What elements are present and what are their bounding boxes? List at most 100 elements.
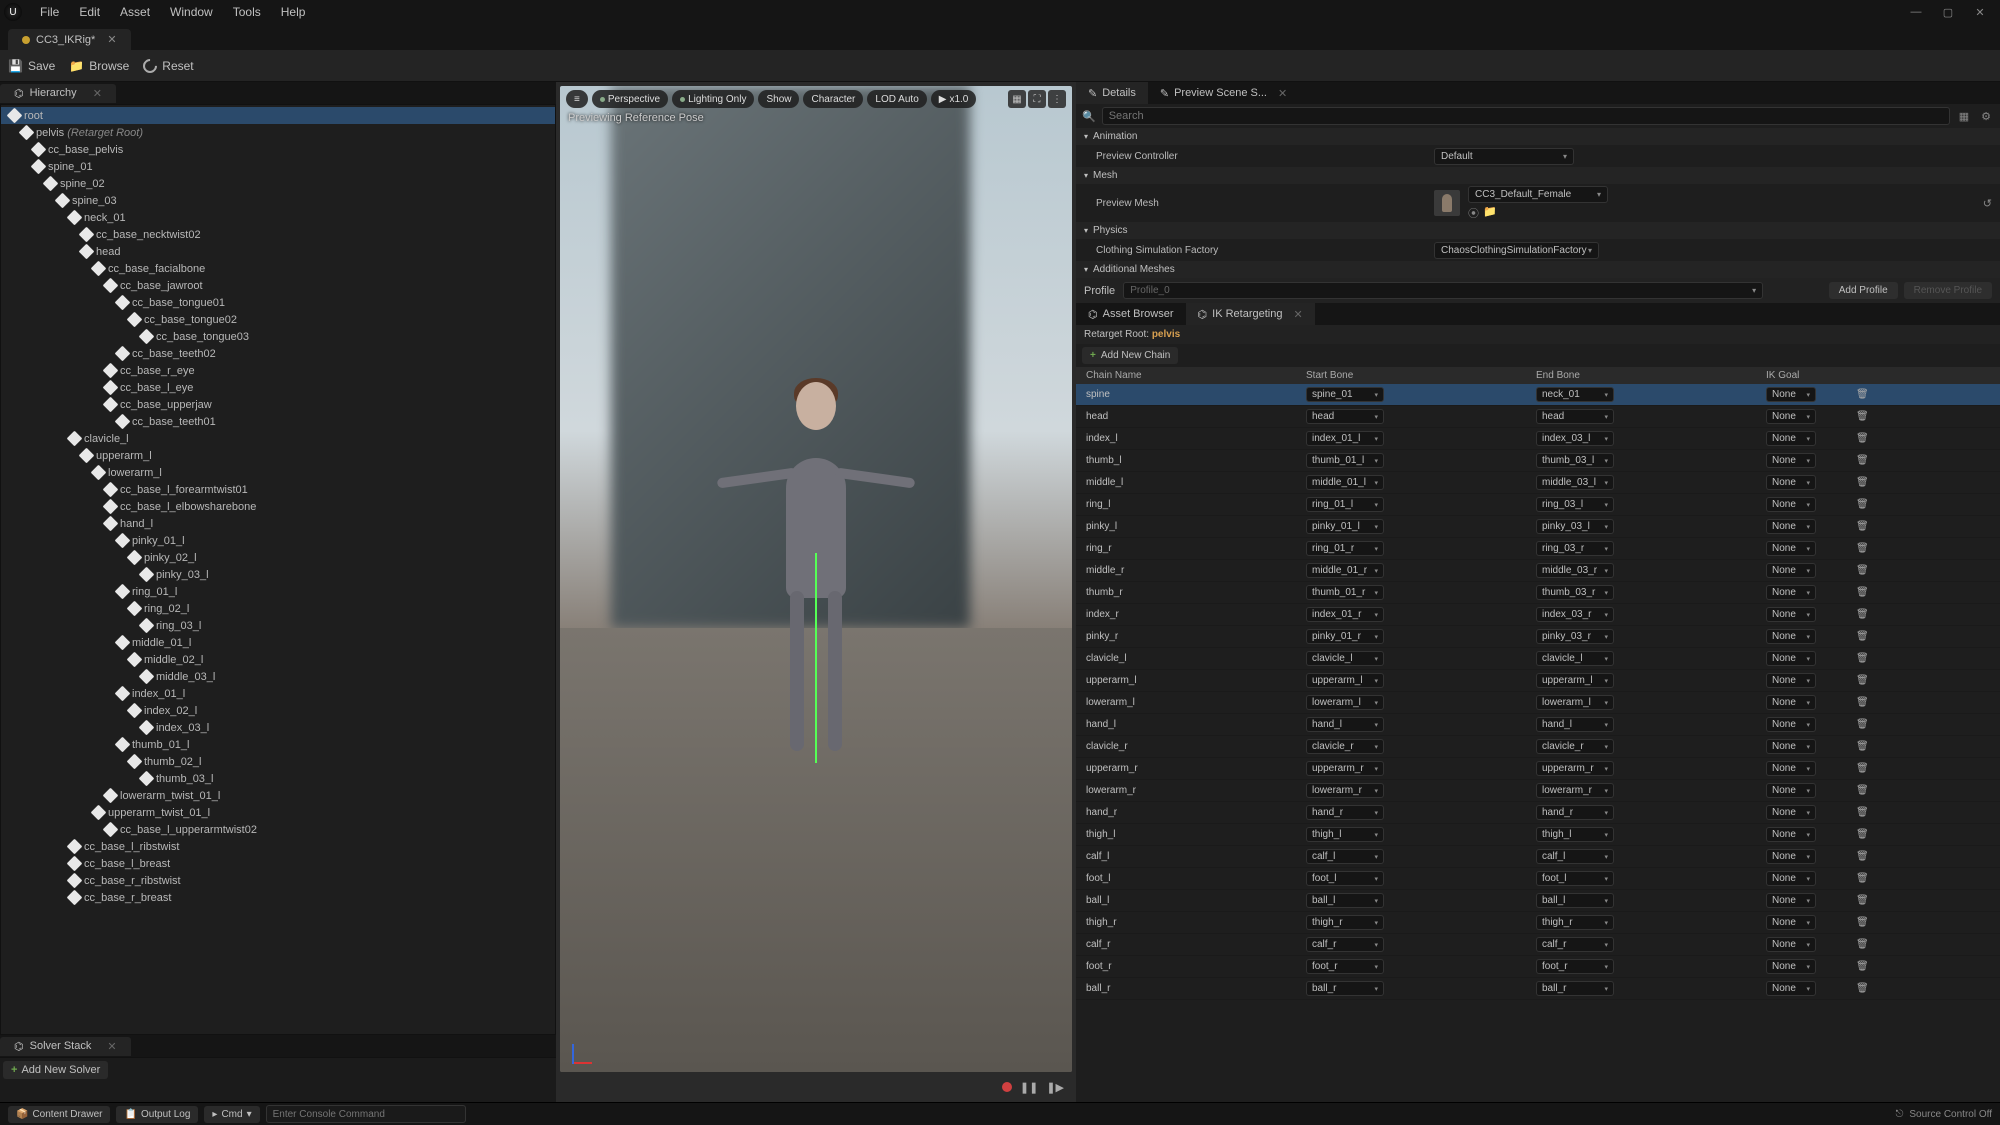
start-bone-dropdown[interactable]: spine_01▾ — [1306, 387, 1384, 402]
start-bone-dropdown[interactable]: ball_r▾ — [1306, 981, 1384, 996]
delete-chain-button[interactable]: 🗑 — [1856, 719, 1869, 730]
view-options-button[interactable]: ▦ — [1956, 108, 1972, 124]
ik-goal-dropdown[interactable]: None▾ — [1766, 871, 1816, 886]
start-bone-dropdown[interactable]: middle_01_l▾ — [1306, 475, 1384, 490]
chain-row[interactable]: ball_lball_l▾ball_l▾None▾🗑 — [1076, 890, 2000, 912]
use-asset-button[interactable]: ⦿ — [1468, 205, 1479, 221]
bone-item[interactable]: index_01_l — [1, 685, 555, 702]
chain-row[interactable]: upperarm_lupperarm_l▾upperarm_l▾None▾🗑 — [1076, 670, 2000, 692]
start-bone-dropdown[interactable]: ring_01_l▾ — [1306, 497, 1384, 512]
preview-scene-tab[interactable]: ✎ Preview Scene S... ✕ — [1148, 82, 1299, 104]
delete-chain-button[interactable]: 🗑 — [1856, 477, 1869, 488]
chain-row[interactable]: upperarm_rupperarm_r▾upperarm_r▾None▾🗑 — [1076, 758, 2000, 780]
end-bone-dropdown[interactable]: thigh_l▾ — [1536, 827, 1614, 842]
section-additional-meshes[interactable]: ▾Additional Meshes — [1076, 261, 2000, 278]
character-dropdown[interactable]: Character — [803, 90, 863, 108]
output-log-button[interactable]: 📋 Output Log — [116, 1106, 198, 1123]
chain-row[interactable]: ring_lring_01_l▾ring_03_l▾None▾🗑 — [1076, 494, 2000, 516]
start-bone-dropdown[interactable]: pinky_01_r▾ — [1306, 629, 1384, 644]
chain-row[interactable]: pinky_rpinky_01_r▾pinky_03_r▾None▾🗑 — [1076, 626, 2000, 648]
bone-item[interactable]: cc_base_l_eye — [1, 379, 555, 396]
bone-item[interactable]: cc_base_teeth02 — [1, 345, 555, 362]
bone-item[interactable]: clavicle_l — [1, 430, 555, 447]
end-bone-dropdown[interactable]: index_03_l▾ — [1536, 431, 1614, 446]
show-dropdown[interactable]: Show — [758, 90, 799, 108]
chain-row[interactable]: clavicle_rclavicle_r▾clavicle_r▾None▾🗑 — [1076, 736, 2000, 758]
start-bone-dropdown[interactable]: middle_01_r▾ — [1306, 563, 1384, 578]
chain-row[interactable]: calf_lcalf_l▾calf_l▾None▾🗑 — [1076, 846, 2000, 868]
bone-item[interactable]: spine_01 — [1, 158, 555, 175]
bone-item[interactable]: pinky_02_l — [1, 549, 555, 566]
end-bone-dropdown[interactable]: pinky_03_l▾ — [1536, 519, 1614, 534]
end-bone-dropdown[interactable]: thumb_03_l▾ — [1536, 453, 1614, 468]
chain-row[interactable]: lowerarm_llowerarm_l▾lowerarm_l▾None▾🗑 — [1076, 692, 2000, 714]
delete-chain-button[interactable]: 🗑 — [1856, 675, 1869, 686]
delete-chain-button[interactable]: 🗑 — [1856, 411, 1869, 422]
delete-chain-button[interactable]: 🗑 — [1856, 807, 1869, 818]
start-bone-dropdown[interactable]: upperarm_l▾ — [1306, 673, 1384, 688]
delete-chain-button[interactable]: 🗑 — [1856, 939, 1869, 950]
chain-row[interactable]: index_lindex_01_l▾index_03_l▾None▾🗑 — [1076, 428, 2000, 450]
start-bone-dropdown[interactable]: foot_l▾ — [1306, 871, 1384, 886]
start-bone-dropdown[interactable]: foot_r▾ — [1306, 959, 1384, 974]
menu-window[interactable]: Window — [160, 5, 223, 19]
ik-goal-dropdown[interactable]: None▾ — [1766, 717, 1816, 732]
bone-item[interactable]: spine_03 — [1, 192, 555, 209]
delete-chain-button[interactable]: 🗑 — [1856, 653, 1869, 664]
preview-controller-dropdown[interactable]: Default▾ — [1434, 148, 1574, 165]
end-bone-dropdown[interactable]: head▾ — [1536, 409, 1614, 424]
ik-goal-dropdown[interactable]: None▾ — [1766, 629, 1816, 644]
menu-tools[interactable]: Tools — [223, 5, 271, 19]
ik-goal-dropdown[interactable]: None▾ — [1766, 739, 1816, 754]
solver-stack-tab[interactable]: ⌬ Solver Stack ✕ — [0, 1037, 131, 1056]
end-bone-dropdown[interactable]: upperarm_l▾ — [1536, 673, 1614, 688]
end-bone-dropdown[interactable]: pinky_03_r▾ — [1536, 629, 1614, 644]
chain-row[interactable]: index_rindex_01_r▾index_03_r▾None▾🗑 — [1076, 604, 2000, 626]
bone-item[interactable]: cc_base_r_breast — [1, 889, 555, 906]
end-bone-dropdown[interactable]: clavicle_l▾ — [1536, 651, 1614, 666]
remove-profile-button[interactable]: Remove Profile — [1904, 282, 1992, 299]
delete-chain-button[interactable]: 🗑 — [1856, 499, 1869, 510]
end-bone-dropdown[interactable]: calf_l▾ — [1536, 849, 1614, 864]
delete-chain-button[interactable]: 🗑 — [1856, 521, 1869, 532]
bone-item[interactable]: cc_base_l_ribstwist — [1, 838, 555, 855]
chain-row[interactable]: foot_lfoot_l▾foot_l▾None▾🗑 — [1076, 868, 2000, 890]
browse-button[interactable]: 📁 Browse — [69, 59, 129, 73]
chain-row[interactable]: pinky_lpinky_01_l▾pinky_03_l▾None▾🗑 — [1076, 516, 2000, 538]
end-bone-dropdown[interactable]: lowerarm_r▾ — [1536, 783, 1614, 798]
start-bone-dropdown[interactable]: hand_r▾ — [1306, 805, 1384, 820]
maximize-button[interactable]: ▢ — [1932, 2, 1964, 22]
start-bone-dropdown[interactable]: index_01_l▾ — [1306, 431, 1384, 446]
ik-retargeting-tab[interactable]: ⌬ IK Retargeting ✕ — [1186, 303, 1315, 325]
start-bone-dropdown[interactable]: ball_l▾ — [1306, 893, 1384, 908]
chain-row[interactable]: headhead▾head▾None▾🗑 — [1076, 406, 2000, 428]
ik-goal-dropdown[interactable]: None▾ — [1766, 673, 1816, 688]
bone-item[interactable]: middle_01_l — [1, 634, 555, 651]
bone-item[interactable]: thumb_01_l — [1, 736, 555, 753]
bone-item[interactable]: middle_03_l — [1, 668, 555, 685]
add-chain-button[interactable]: + Add New Chain — [1082, 347, 1178, 364]
start-bone-dropdown[interactable]: lowerarm_l▾ — [1306, 695, 1384, 710]
chain-row[interactable]: thigh_rthigh_r▾thigh_r▾None▾🗑 — [1076, 912, 2000, 934]
bone-item[interactable]: ring_01_l — [1, 583, 555, 600]
section-physics[interactable]: ▾Physics — [1076, 222, 2000, 239]
chain-row[interactable]: thigh_lthigh_l▾thigh_l▾None▾🗑 — [1076, 824, 2000, 846]
start-bone-dropdown[interactable]: lowerarm_r▾ — [1306, 783, 1384, 798]
delete-chain-button[interactable]: 🗑 — [1856, 433, 1869, 444]
add-profile-button[interactable]: Add Profile — [1829, 282, 1898, 299]
start-bone-dropdown[interactable]: pinky_01_l▾ — [1306, 519, 1384, 534]
end-bone-dropdown[interactable]: foot_l▾ — [1536, 871, 1614, 886]
end-bone-dropdown[interactable]: middle_03_l▾ — [1536, 475, 1614, 490]
start-bone-dropdown[interactable]: calf_r▾ — [1306, 937, 1384, 952]
bone-item[interactable]: head — [1, 243, 555, 260]
viewport-grid-button[interactable]: ▦ — [1008, 90, 1026, 108]
end-bone-dropdown[interactable]: ring_03_l▾ — [1536, 497, 1614, 512]
menu-edit[interactable]: Edit — [69, 5, 110, 19]
content-drawer-button[interactable]: 📦 Content Drawer — [8, 1106, 110, 1123]
chain-row[interactable]: foot_rfoot_r▾foot_r▾None▾🗑 — [1076, 956, 2000, 978]
bone-item[interactable]: cc_base_l_breast — [1, 855, 555, 872]
ik-goal-dropdown[interactable]: None▾ — [1766, 783, 1816, 798]
chain-row[interactable]: thumb_rthumb_01_r▾thumb_03_r▾None▾🗑 — [1076, 582, 2000, 604]
delete-chain-button[interactable]: 🗑 — [1856, 455, 1869, 466]
end-bone-dropdown[interactable]: middle_03_r▾ — [1536, 563, 1614, 578]
